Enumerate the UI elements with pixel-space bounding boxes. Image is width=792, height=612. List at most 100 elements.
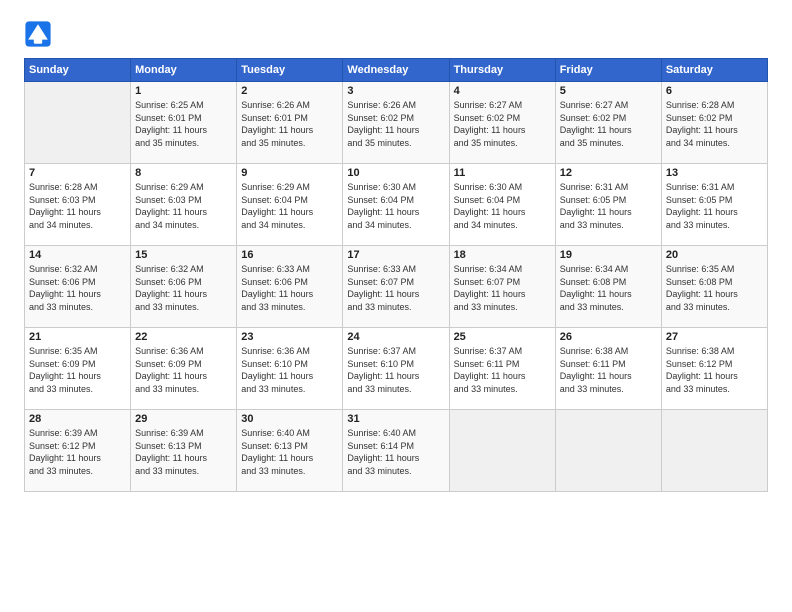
day-info: Sunrise: 6:38 AMSunset: 6:11 PMDaylight:…: [560, 345, 657, 395]
day-info: Sunrise: 6:33 AMSunset: 6:07 PMDaylight:…: [347, 263, 444, 313]
day-number: 23: [241, 331, 338, 343]
calendar-cell: [661, 410, 767, 492]
logo-icon: [24, 20, 52, 48]
weekday-header-saturday: Saturday: [661, 59, 767, 82]
day-number: 11: [454, 167, 551, 179]
day-number: 24: [347, 331, 444, 343]
calendar-cell: 7 Sunrise: 6:28 AMSunset: 6:03 PMDaylight…: [25, 164, 131, 246]
day-number: 9: [241, 167, 338, 179]
calendar-cell: 28 Sunrise: 6:39 AMSunset: 6:12 PMDayligh…: [25, 410, 131, 492]
day-info: Sunrise: 6:39 AMSunset: 6:13 PMDaylight:…: [135, 427, 232, 477]
day-number: 19: [560, 249, 657, 261]
day-info: Sunrise: 6:28 AMSunset: 6:03 PMDaylight:…: [29, 181, 126, 231]
calendar-cell: [449, 410, 555, 492]
calendar-cell: 11 Sunrise: 6:30 AMSunset: 6:04 PMDayligh…: [449, 164, 555, 246]
day-number: 17: [347, 249, 444, 261]
day-info: Sunrise: 6:40 AMSunset: 6:14 PMDaylight:…: [347, 427, 444, 477]
calendar-cell: 31 Sunrise: 6:40 AMSunset: 6:14 PMDayligh…: [343, 410, 449, 492]
day-info: Sunrise: 6:30 AMSunset: 6:04 PMDaylight:…: [454, 181, 551, 231]
calendar-cell: 15 Sunrise: 6:32 AMSunset: 6:06 PMDayligh…: [131, 246, 237, 328]
calendar-table: SundayMondayTuesdayWednesdayThursdayFrid…: [24, 58, 768, 492]
day-number: 30: [241, 413, 338, 425]
calendar-cell: [25, 82, 131, 164]
day-number: 12: [560, 167, 657, 179]
day-number: 8: [135, 167, 232, 179]
weekday-header-sunday: Sunday: [25, 59, 131, 82]
calendar-cell: 17 Sunrise: 6:33 AMSunset: 6:07 PMDayligh…: [343, 246, 449, 328]
header-row: SundayMondayTuesdayWednesdayThursdayFrid…: [25, 59, 768, 82]
weekday-header-thursday: Thursday: [449, 59, 555, 82]
day-number: 16: [241, 249, 338, 261]
logo: [24, 20, 56, 48]
calendar-cell: 29Sunrise: 6:39 AMSunset: 6:13 PMDayligh…: [131, 410, 237, 492]
day-info: Sunrise: 6:28 AMSunset: 6:02 PMDaylight:…: [666, 99, 763, 149]
day-info: Sunrise: 6:25 AMSunset: 6:01 PMDaylight:…: [135, 99, 232, 149]
calendar-cell: 5Sunrise: 6:27 AMSunset: 6:02 PMDaylight…: [555, 82, 661, 164]
day-info: Sunrise: 6:39 AMSunset: 6:12 PMDaylight:…: [29, 427, 126, 477]
day-info: Sunrise: 6:38 AMSunset: 6:12 PMDaylight:…: [666, 345, 763, 395]
calendar-cell: 14Sunrise: 6:32 AMSunset: 6:06 PMDayligh…: [25, 246, 131, 328]
day-info: Sunrise: 6:29 AMSunset: 6:04 PMDaylight:…: [241, 181, 338, 231]
weekday-header-wednesday: Wednesday: [343, 59, 449, 82]
calendar-cell: 8Sunrise: 6:29 AMSunset: 6:03 PMDaylight…: [131, 164, 237, 246]
day-info: Sunrise: 6:30 AMSunset: 6:04 PMDaylight:…: [347, 181, 444, 231]
day-number: 27: [666, 331, 763, 343]
day-number: 20: [666, 249, 763, 261]
calendar-cell: 3 Sunrise: 6:26 AMSunset: 6:02 PMDaylight…: [343, 82, 449, 164]
day-info: Sunrise: 6:35 AMSunset: 6:08 PMDaylight:…: [666, 263, 763, 313]
calendar-cell: 23 Sunrise: 6:36 AMSunset: 6:10 PMDayligh…: [237, 328, 343, 410]
day-number: 2: [241, 85, 338, 97]
week-row-2: 7 Sunrise: 6:28 AMSunset: 6:03 PMDaylight…: [25, 164, 768, 246]
calendar-cell: 10 Sunrise: 6:30 AMSunset: 6:04 PMDayligh…: [343, 164, 449, 246]
day-number: 14: [29, 249, 126, 261]
calendar-cell: 27 Sunrise: 6:38 AMSunset: 6:12 PMDayligh…: [661, 328, 767, 410]
calendar-cell: 13 Sunrise: 6:31 AMSunset: 6:05 PMDayligh…: [661, 164, 767, 246]
day-number: 1: [135, 85, 232, 97]
day-info: Sunrise: 6:36 AMSunset: 6:10 PMDaylight:…: [241, 345, 338, 395]
header: [24, 20, 768, 48]
day-info: Sunrise: 6:26 AMSunset: 6:02 PMDaylight:…: [347, 99, 444, 149]
day-info: Sunrise: 6:32 AMSunset: 6:06 PMDaylight:…: [135, 263, 232, 313]
day-info: Sunrise: 6:36 AMSunset: 6:09 PMDaylight:…: [135, 345, 232, 395]
day-info: Sunrise: 6:27 AMSunset: 6:02 PMDaylight:…: [560, 99, 657, 149]
calendar-cell: 25 Sunrise: 6:37 AMSunset: 6:11 PMDayligh…: [449, 328, 555, 410]
day-number: 15: [135, 249, 232, 261]
day-number: 3: [347, 85, 444, 97]
day-number: 18: [454, 249, 551, 261]
day-number: 4: [454, 85, 551, 97]
day-info: Sunrise: 6:34 AMSunset: 6:08 PMDaylight:…: [560, 263, 657, 313]
calendar-cell: 22 Sunrise: 6:36 AMSunset: 6:09 PMDayligh…: [131, 328, 237, 410]
day-number: 31: [347, 413, 444, 425]
day-info: Sunrise: 6:31 AMSunset: 6:05 PMDaylight:…: [666, 181, 763, 231]
calendar-cell: 19 Sunrise: 6:34 AMSunset: 6:08 PMDayligh…: [555, 246, 661, 328]
week-row-3: 14 Sunrise: 6:32 AMSunset: 6:06 PMDayligh…: [25, 246, 768, 328]
day-number: 10: [347, 167, 444, 179]
calendar-cell: 30 Sunrise: 6:40 AMSunset: 6:13 PMDayligh…: [237, 410, 343, 492]
calendar-cell: [555, 410, 661, 492]
weekday-header-monday: Monday: [131, 59, 237, 82]
day-info: Sunrise: 6:40 AMSunset: 6:13 PMDaylight:…: [241, 427, 338, 477]
calendar-cell: 9 Sunrise: 6:29 AMSunset: 6:04 PMDaylight…: [237, 164, 343, 246]
day-number: 21: [29, 331, 126, 343]
day-info: Sunrise: 6:37 AMSunset: 6:11 PMDaylight:…: [454, 345, 551, 395]
day-number: 25: [454, 331, 551, 343]
day-number: 28: [29, 413, 126, 425]
calendar-cell: 18Sunrise: 6:34 AMSunset: 6:07 PMDayligh…: [449, 246, 555, 328]
day-info: Sunrise: 6:35 AMSunset: 6:09 PMDaylight:…: [29, 345, 126, 395]
calendar-cell: 16Sunrise: 6:33 AMSunset: 6:06 PMDayligh…: [237, 246, 343, 328]
day-number: 6: [666, 85, 763, 97]
calendar-cell: 26 Sunrise: 6:38 AMSunset: 6:11 PMDayligh…: [555, 328, 661, 410]
day-number: 7: [29, 167, 126, 179]
day-number: 26: [560, 331, 657, 343]
day-number: 13: [666, 167, 763, 179]
day-info: Sunrise: 6:31 AMSunset: 6:05 PMDaylight:…: [560, 181, 657, 231]
calendar-cell: 12 Sunrise: 6:31 AMSunset: 6:05 PMDayligh…: [555, 164, 661, 246]
day-info: Sunrise: 6:27 AMSunset: 6:02 PMDaylight:…: [454, 99, 551, 149]
day-number: 22: [135, 331, 232, 343]
week-row-4: 21 Sunrise: 6:35 AMSunset: 6:09 PMDayligh…: [25, 328, 768, 410]
calendar-cell: 21 Sunrise: 6:35 AMSunset: 6:09 PMDayligh…: [25, 328, 131, 410]
day-info: Sunrise: 6:26 AMSunset: 6:01 PMDaylight:…: [241, 99, 338, 149]
weekday-header-tuesday: Tuesday: [237, 59, 343, 82]
calendar-cell: 4 Sunrise: 6:27 AMSunset: 6:02 PMDaylight…: [449, 82, 555, 164]
page: SundayMondayTuesdayWednesdayThursdayFrid…: [0, 0, 792, 612]
